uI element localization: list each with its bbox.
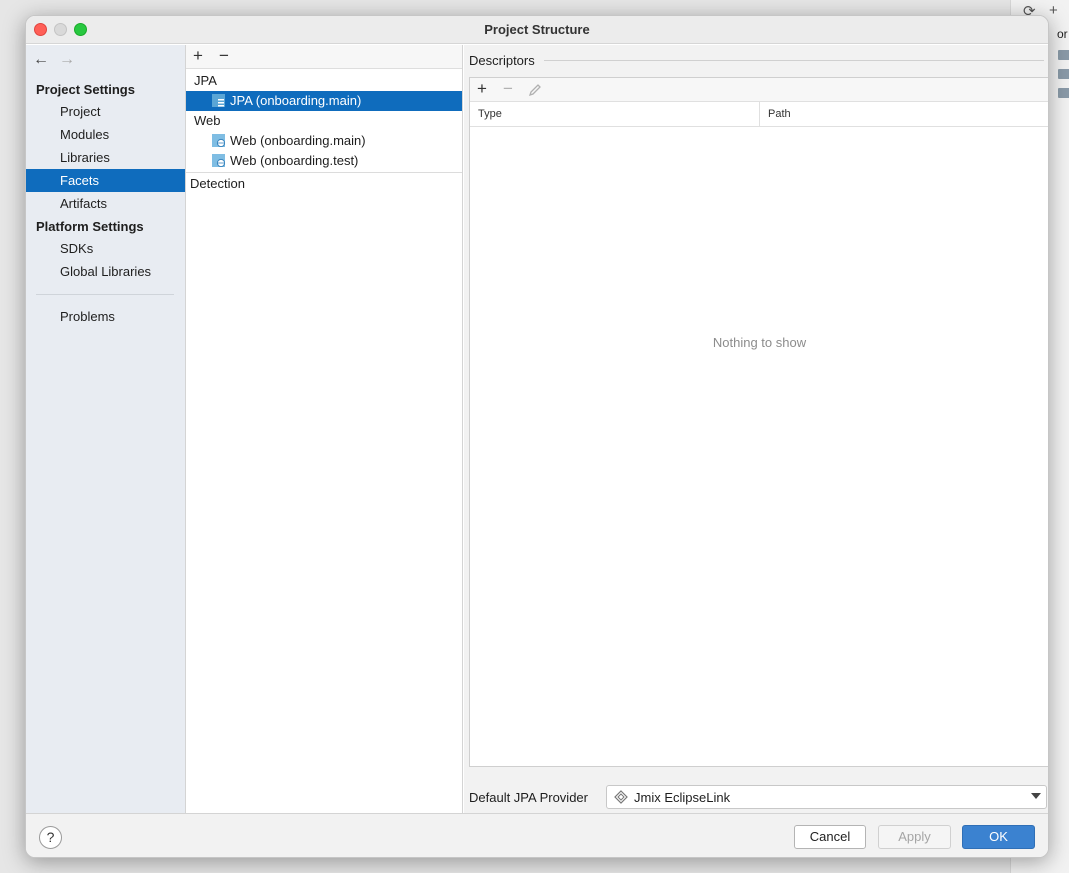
web-facet-icon bbox=[212, 154, 225, 167]
forward-arrow-icon[interactable]: → bbox=[59, 51, 75, 69]
tree-item-label: Web (onboarding.main) bbox=[230, 133, 366, 148]
facets-tree-panel: + − JPA JPA (onboarding.main) Web Web (o… bbox=[186, 45, 463, 813]
settings-sidebar: ← → Project Settings Project Modules Lib… bbox=[26, 45, 186, 813]
help-button[interactable]: ? bbox=[39, 826, 62, 849]
sidebar-item-facets[interactable]: Facets bbox=[26, 169, 185, 192]
sidebar-item-modules[interactable]: Modules bbox=[26, 123, 185, 146]
column-header-type[interactable]: Type bbox=[470, 102, 760, 127]
tree-divider bbox=[186, 172, 462, 173]
edit-pencil-icon[interactable] bbox=[528, 83, 542, 97]
facets-toolbar: + − bbox=[186, 45, 462, 69]
tree-item-label: JPA (onboarding.main) bbox=[230, 93, 362, 108]
dialog-button-bar: ? Cancel Apply OK bbox=[26, 813, 1048, 857]
folder-icon bbox=[1058, 88, 1069, 98]
default-jpa-provider-label: Default JPA Provider bbox=[469, 790, 588, 805]
folder-icon bbox=[1058, 69, 1069, 79]
jpa-facet-icon bbox=[212, 94, 225, 107]
jpa-provider-dropdown[interactable]: Jmix EclipseLink bbox=[606, 785, 1047, 809]
background-tree-row: or bbox=[1057, 27, 1068, 41]
web-facet-icon bbox=[212, 134, 225, 147]
project-settings-heading: Project Settings bbox=[36, 82, 135, 97]
add-facet-button[interactable]: + bbox=[193, 46, 203, 66]
descriptors-toolbar: + − bbox=[470, 78, 1048, 102]
eclipselink-icon bbox=[614, 790, 628, 804]
window-title: Project Structure bbox=[484, 22, 590, 37]
sidebar-item-sdks[interactable]: SDKs bbox=[26, 237, 185, 260]
tree-item-web-onboarding-test[interactable]: Web (onboarding.test) bbox=[186, 151, 462, 171]
title-bar: Project Structure bbox=[26, 16, 1048, 44]
cancel-button[interactable]: Cancel bbox=[794, 825, 866, 849]
descriptors-table: + − Type Path Nothing to show bbox=[469, 77, 1048, 767]
column-header-path[interactable]: Path bbox=[760, 102, 1048, 127]
sidebar-item-problems[interactable]: Problems bbox=[26, 305, 185, 328]
remove-facet-button[interactable]: − bbox=[219, 46, 229, 66]
tree-item-label: Web (onboarding.test) bbox=[230, 153, 359, 168]
tree-group-web[interactable]: Web bbox=[186, 111, 462, 131]
apply-button[interactable]: Apply bbox=[878, 825, 951, 849]
project-structure-dialog: Project Structure ← → Project Settings P… bbox=[25, 15, 1049, 858]
ok-button[interactable]: OK bbox=[962, 825, 1035, 849]
descriptors-separator bbox=[544, 60, 1044, 61]
sidebar-item-artifacts[interactable]: Artifacts bbox=[26, 192, 185, 215]
folder-icon bbox=[1058, 50, 1069, 60]
sidebar-item-global-libraries[interactable]: Global Libraries bbox=[26, 260, 185, 283]
add-icon[interactable]: + bbox=[1049, 2, 1058, 19]
descriptors-heading: Descriptors bbox=[469, 53, 535, 68]
tree-item-web-onboarding-main[interactable]: Web (onboarding.main) bbox=[186, 131, 462, 151]
sidebar-divider bbox=[36, 294, 174, 295]
sidebar-item-project[interactable]: Project bbox=[26, 100, 185, 123]
facet-details-panel: Descriptors + − Type Path Nothing to sho… bbox=[464, 45, 1048, 813]
chevron-down-icon bbox=[1031, 793, 1041, 799]
jpa-provider-value: Jmix EclipseLink bbox=[634, 790, 731, 805]
tree-group-jpa[interactable]: JPA bbox=[186, 71, 462, 91]
add-descriptor-button[interactable]: + bbox=[477, 79, 487, 99]
platform-settings-heading: Platform Settings bbox=[36, 219, 144, 234]
back-arrow-icon[interactable]: ← bbox=[33, 51, 49, 69]
sidebar-item-libraries[interactable]: Libraries bbox=[26, 146, 185, 169]
remove-descriptor-button[interactable]: − bbox=[503, 79, 513, 99]
empty-table-message: Nothing to show bbox=[712, 335, 807, 350]
tree-item-detection[interactable]: Detection bbox=[186, 174, 462, 194]
tree-item-jpa-onboarding-main[interactable]: JPA (onboarding.main) bbox=[186, 91, 462, 111]
